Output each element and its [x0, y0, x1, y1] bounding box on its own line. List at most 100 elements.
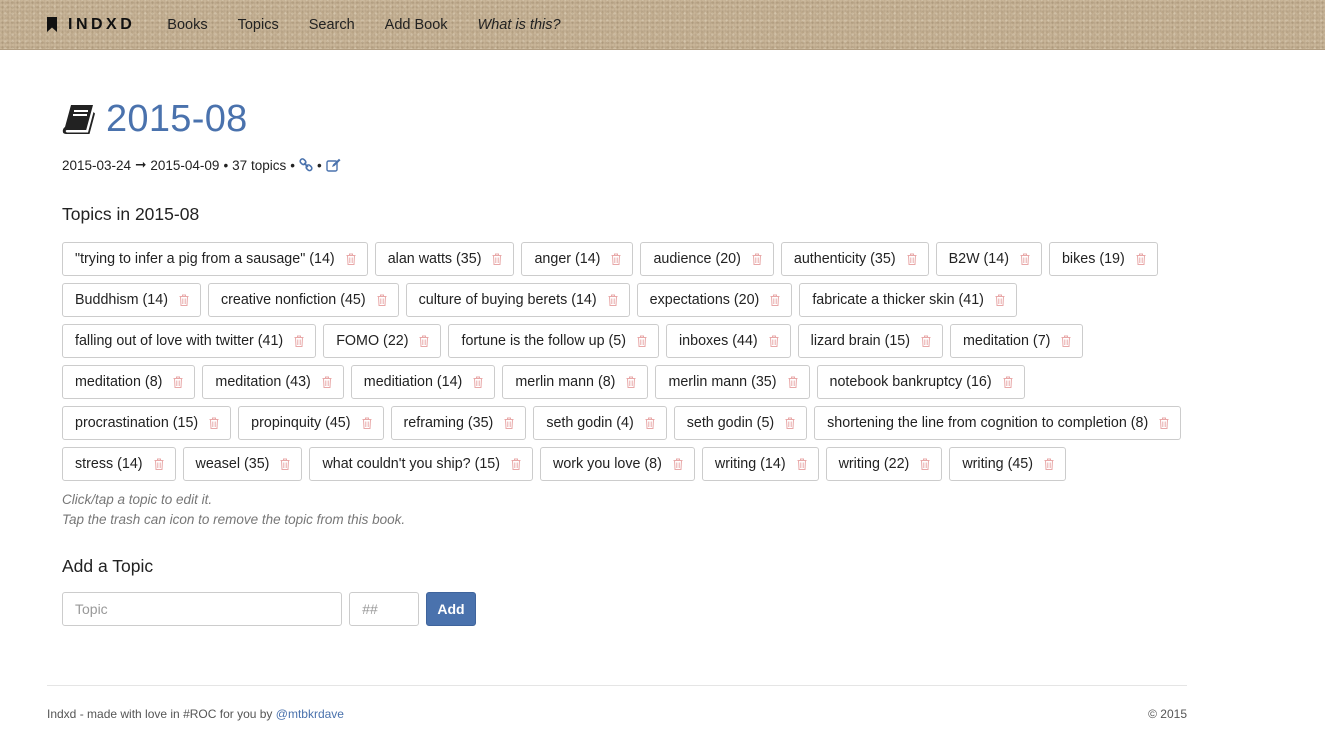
topic-label: alan watts (35) — [387, 251, 482, 267]
nav-topics[interactable]: Topics — [238, 17, 279, 33]
trash-icon[interactable] — [907, 253, 917, 265]
trash-icon[interactable] — [173, 376, 183, 388]
add-topic-button[interactable]: Add — [426, 592, 476, 626]
start-date: 2015-03-24 — [62, 157, 132, 173]
trash-icon[interactable] — [1159, 417, 1169, 429]
trash-icon[interactable] — [921, 335, 931, 347]
topic-chip[interactable]: meditiation (14) — [350, 365, 496, 399]
topic-chip[interactable]: authenticity (35) — [780, 242, 929, 276]
topic-chip[interactable]: work you love (8) — [540, 447, 695, 481]
nav-what-is-this[interactable]: What is this? — [478, 17, 561, 33]
topic-chip[interactable]: anger (14) — [521, 242, 634, 276]
topic-chip[interactable]: weasel (35) — [182, 447, 303, 481]
trash-icon[interactable] — [154, 458, 164, 470]
trash-icon[interactable] — [377, 294, 387, 306]
trash-icon[interactable] — [294, 335, 304, 347]
brand[interactable]: INDXD — [46, 16, 135, 34]
topic-chip[interactable]: seth godin (5) — [673, 406, 808, 440]
trash-icon[interactable] — [785, 417, 795, 429]
trash-icon[interactable] — [511, 458, 521, 470]
topic-chip[interactable]: shortening the line from cognition to co… — [814, 406, 1182, 440]
trash-icon[interactable] — [1044, 458, 1054, 470]
trash-icon[interactable] — [770, 294, 780, 306]
trash-icon[interactable] — [280, 458, 290, 470]
topic-chip[interactable]: merlin mann (8) — [502, 365, 649, 399]
topic-chip[interactable]: lizard brain (15) — [797, 324, 943, 358]
topic-chip[interactable]: fabricate a thicker skin (41) — [799, 283, 1017, 317]
trash-icon[interactable] — [209, 417, 219, 429]
trash-icon[interactable] — [626, 376, 636, 388]
topic-chip[interactable]: procrastination (15) — [62, 406, 232, 440]
trash-icon[interactable] — [769, 335, 779, 347]
topic-input[interactable] — [62, 592, 342, 626]
topic-chip[interactable]: stress (14) — [62, 447, 176, 481]
trash-icon[interactable] — [362, 417, 372, 429]
topic-chip[interactable]: writing (45) — [949, 447, 1067, 481]
topic-chip[interactable]: FOMO (22) — [323, 324, 442, 358]
topic-chip[interactable]: writing (14) — [701, 447, 819, 481]
topic-chip[interactable]: alan watts (35) — [374, 242, 515, 276]
topic-label: merlin mann (8) — [515, 374, 616, 390]
topic-label: culture of buying berets (14) — [418, 292, 597, 308]
topic-chip[interactable]: culture of buying berets (14) — [405, 283, 630, 317]
trash-icon[interactable] — [797, 458, 807, 470]
topic-chip[interactable]: falling out of love with twitter (41) — [62, 324, 317, 358]
topic-label: fabricate a thicker skin (41) — [812, 292, 984, 308]
topic-chip[interactable]: seth godin (4) — [533, 406, 667, 440]
trash-icon[interactable] — [179, 294, 189, 306]
topic-chip[interactable]: fortune is the follow up (5) — [448, 324, 659, 358]
trash-icon[interactable] — [788, 376, 798, 388]
trash-icon[interactable] — [492, 253, 502, 265]
nav-search[interactable]: Search — [309, 17, 355, 33]
topic-label: seth godin (4) — [546, 415, 634, 431]
topic-chip[interactable]: meditation (7) — [950, 324, 1084, 358]
topic-chip[interactable]: B2W (14) — [935, 242, 1042, 276]
author-link[interactable]: @mtbkrdave — [276, 707, 344, 721]
page-number-input[interactable] — [349, 592, 419, 626]
topic-chip[interactable]: meditation (8) — [62, 365, 196, 399]
topic-chip[interactable]: meditation (43) — [202, 365, 344, 399]
topic-chip[interactable]: writing (22) — [825, 447, 943, 481]
topic-chip[interactable]: inboxes (44) — [665, 324, 791, 358]
nav-books[interactable]: Books — [167, 17, 207, 33]
trash-icon[interactable] — [473, 376, 483, 388]
topic-chip[interactable]: Buddhism (14) — [62, 283, 201, 317]
trash-icon[interactable] — [1061, 335, 1071, 347]
topic-chip[interactable]: bikes (19) — [1048, 242, 1158, 276]
trash-icon[interactable] — [645, 417, 655, 429]
topic-chip[interactable]: propinquity (45) — [238, 406, 384, 440]
topic-chip[interactable]: what couldn't you ship? (15) — [309, 447, 534, 481]
trash-icon[interactable] — [1136, 253, 1146, 265]
trash-icon[interactable] — [1020, 253, 1030, 265]
trash-icon[interactable] — [419, 335, 429, 347]
trash-icon[interactable] — [608, 294, 618, 306]
topic-label: what couldn't you ship? (15) — [322, 456, 501, 472]
trash-icon[interactable] — [920, 458, 930, 470]
trash-icon[interactable] — [611, 253, 621, 265]
bullet-separator: • — [223, 157, 229, 173]
topic-chip[interactable]: audience (20) — [640, 242, 774, 276]
topic-label: lizard brain (15) — [810, 333, 910, 349]
trash-icon[interactable] — [504, 417, 514, 429]
trash-icon[interactable] — [752, 253, 762, 265]
trash-icon[interactable] — [346, 253, 356, 265]
topic-chip[interactable]: "trying to infer a pig from a sausage" (… — [62, 242, 368, 276]
trash-icon[interactable] — [673, 458, 683, 470]
bullet-separator: • — [316, 157, 322, 173]
trash-icon[interactable] — [1003, 376, 1013, 388]
nav-add-book[interactable]: Add Book — [385, 17, 448, 33]
topic-chip[interactable]: merlin mann (35) — [655, 365, 810, 399]
topic-label: seth godin (5) — [686, 415, 775, 431]
trash-icon[interactable] — [637, 335, 647, 347]
trash-icon[interactable] — [995, 294, 1005, 306]
topic-chip[interactable]: expectations (20) — [636, 283, 793, 317]
link-icon[interactable] — [299, 158, 313, 172]
topic-chip[interactable]: reframing (35) — [390, 406, 527, 440]
copyright: © 2015 — [1148, 707, 1187, 721]
topic-label: authenticity (35) — [793, 251, 896, 267]
topic-chip[interactable]: notebook bankruptcy (16) — [816, 365, 1025, 399]
topic-label: anger (14) — [534, 251, 601, 267]
trash-icon[interactable] — [322, 376, 332, 388]
topic-chip[interactable]: creative nonfiction (45) — [207, 283, 399, 317]
edit-icon[interactable] — [325, 158, 341, 172]
